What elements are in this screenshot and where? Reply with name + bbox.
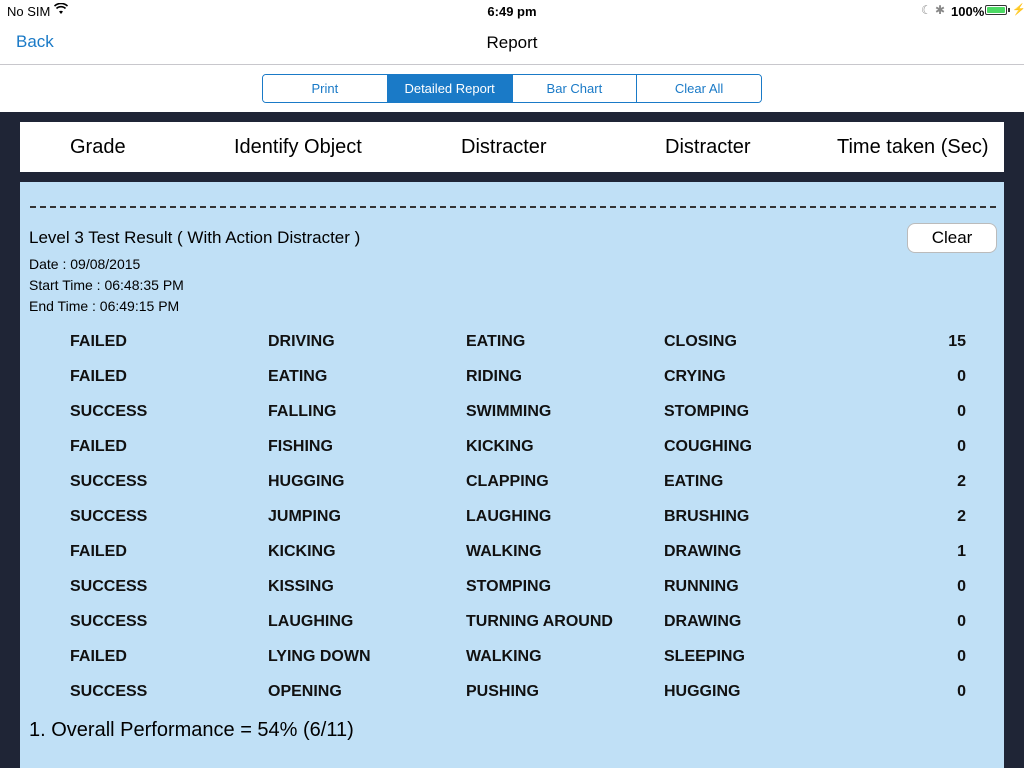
cell-grade: FAILED bbox=[70, 438, 127, 455]
cell-time-taken: 0 bbox=[957, 368, 966, 385]
table-row: SUCCESS LAUGHING TURNING AROUND DRAWING … bbox=[20, 610, 1004, 645]
cell-grade: FAILED bbox=[70, 333, 127, 350]
segment-detailed-report[interactable]: Detailed Report bbox=[387, 75, 513, 102]
report-title: Level 3 Test Result ( With Action Distra… bbox=[29, 228, 361, 247]
cell-time-taken: 2 bbox=[957, 508, 966, 525]
cell-grade: FAILED bbox=[70, 543, 127, 560]
cell-time-taken: 15 bbox=[948, 333, 966, 350]
report-content[interactable]: Level 3 Test Result ( With Action Distra… bbox=[20, 182, 1004, 768]
cell-identify-object: OPENING bbox=[268, 683, 342, 700]
table-row: SUCCESS KISSING STOMPING RUNNING 0 bbox=[20, 575, 1004, 610]
header-grade: Grade bbox=[70, 135, 126, 158]
page-title: Report bbox=[486, 33, 538, 52]
battery-icon bbox=[985, 5, 1007, 15]
overall-performance: 1. Overall Performance = 54% (6/11) bbox=[29, 719, 354, 741]
cell-grade: SUCCESS bbox=[70, 403, 148, 420]
cell-distracter-2: RUNNING bbox=[664, 578, 739, 595]
cell-distracter-1: CLAPPING bbox=[466, 473, 549, 490]
cell-distracter-1: KICKING bbox=[466, 438, 534, 455]
cell-distracter-2: EATING bbox=[664, 473, 724, 490]
cell-grade: SUCCESS bbox=[70, 508, 148, 525]
cell-distracter-2: DRAWING bbox=[664, 543, 742, 560]
header-distracter-1: Distracter bbox=[461, 135, 547, 158]
cell-distracter-2: STOMPING bbox=[664, 403, 750, 420]
segment-print[interactable]: Print bbox=[263, 75, 388, 102]
cell-identify-object: LYING DOWN bbox=[268, 648, 371, 665]
cell-grade: FAILED bbox=[70, 368, 127, 385]
table-row: FAILED LYING DOWN WALKING SLEEPING 0 bbox=[20, 645, 1004, 680]
cell-distracter-2: SLEEPING bbox=[664, 648, 745, 665]
report-date: Date : 09/08/2015 bbox=[29, 256, 141, 272]
cell-time-taken: 0 bbox=[957, 438, 966, 455]
cell-identify-object: LAUGHING bbox=[268, 613, 354, 630]
battery-nub bbox=[1008, 8, 1010, 12]
header-distracter-2: Distracter bbox=[665, 135, 751, 158]
cell-distracter-2: CLOSING bbox=[664, 333, 737, 350]
cell-distracter-1: EATING bbox=[466, 333, 526, 350]
navigation-bar: Back Report bbox=[0, 22, 1024, 65]
cell-distracter-1: WALKING bbox=[466, 543, 542, 560]
cell-identify-object: DRIVING bbox=[268, 333, 335, 350]
cell-time-taken: 0 bbox=[957, 648, 966, 665]
cell-distracter-1: TURNING AROUND bbox=[466, 613, 613, 630]
cell-grade: FAILED bbox=[70, 648, 127, 665]
cell-grade: SUCCESS bbox=[70, 683, 148, 700]
table-row: SUCCESS FALLING SWIMMING STOMPING 0 bbox=[20, 400, 1004, 435]
header-time-taken: Time taken (Sec) bbox=[837, 135, 989, 158]
table-row: FAILED EATING RIDING CRYING 0 bbox=[20, 365, 1004, 400]
cell-identify-object: FISHING bbox=[268, 438, 333, 455]
clock: 6:49 pm bbox=[487, 4, 537, 19]
cell-distracter-2: HUGGING bbox=[664, 683, 741, 700]
cell-identify-object: KISSING bbox=[268, 578, 334, 595]
table-row: FAILED KICKING WALKING DRAWING 1 bbox=[20, 540, 1004, 575]
cell-identify-object: HUGGING bbox=[268, 473, 345, 490]
moon-icon: ☾ bbox=[921, 3, 932, 17]
bluetooth-icon: ✱ bbox=[935, 3, 946, 17]
table-header: Grade Identify Object Distracter Distrac… bbox=[20, 122, 1004, 172]
cell-grade: SUCCESS bbox=[70, 613, 148, 630]
cell-distracter-1: STOMPING bbox=[466, 578, 552, 595]
cell-distracter-1: PUSHING bbox=[466, 683, 539, 700]
cell-grade: SUCCESS bbox=[70, 473, 148, 490]
table-row: SUCCESS HUGGING CLAPPING EATING 2 bbox=[20, 470, 1004, 505]
cell-distracter-1: WALKING bbox=[466, 648, 542, 665]
cell-time-taken: 0 bbox=[957, 613, 966, 630]
cell-distracter-2: CRYING bbox=[664, 368, 726, 385]
table-row: SUCCESS OPENING PUSHING HUGGING 0 bbox=[20, 680, 1004, 715]
cell-identify-object: FALLING bbox=[268, 403, 337, 420]
report-start-time: Start Time : 06:48:35 PM bbox=[29, 277, 184, 293]
cell-identify-object: EATING bbox=[268, 368, 328, 385]
segment-clear-all[interactable]: Clear All bbox=[637, 75, 761, 102]
header-identify-object: Identify Object bbox=[234, 135, 362, 158]
cell-time-taken: 0 bbox=[957, 578, 966, 595]
cell-distracter-1: LAUGHING bbox=[466, 508, 552, 525]
cell-distracter-2: DRAWING bbox=[664, 613, 742, 630]
cell-distracter-2: BRUSHING bbox=[664, 508, 750, 525]
table-row: FAILED FISHING KICKING COUGHING 0 bbox=[20, 435, 1004, 470]
cell-time-taken: 0 bbox=[957, 403, 966, 420]
cell-distracter-1: SWIMMING bbox=[466, 403, 552, 420]
cell-grade: SUCCESS bbox=[70, 578, 148, 595]
table-row: FAILED DRIVING EATING CLOSING 15 bbox=[20, 330, 1004, 365]
cell-distracter-1: RIDING bbox=[466, 368, 522, 385]
status-bar: No SIM 6:49 pm ☾ ✱ 100% ⚡ bbox=[0, 0, 1024, 22]
cell-time-taken: 2 bbox=[957, 473, 966, 490]
report-end-time: End Time : 06:49:15 PM bbox=[29, 298, 180, 314]
dashed-divider bbox=[30, 206, 996, 208]
cell-identify-object: KICKING bbox=[268, 543, 336, 560]
clear-button[interactable]: Clear bbox=[907, 223, 997, 253]
charging-icon: ⚡ bbox=[1012, 4, 1024, 16]
cell-identify-object: JUMPING bbox=[268, 508, 341, 525]
report-segmented-control: Print Detailed Report Bar Chart Clear Al… bbox=[262, 74, 762, 103]
cell-time-taken: 1 bbox=[957, 543, 966, 560]
cell-time-taken: 0 bbox=[957, 683, 966, 700]
battery-fill bbox=[987, 7, 1005, 13]
table-row: SUCCESS JUMPING LAUGHING BRUSHING 2 bbox=[20, 505, 1004, 540]
segment-bar-chart[interactable]: Bar Chart bbox=[512, 75, 638, 102]
battery-percent: 100% bbox=[951, 4, 985, 19]
cell-distracter-2: COUGHING bbox=[664, 438, 752, 455]
